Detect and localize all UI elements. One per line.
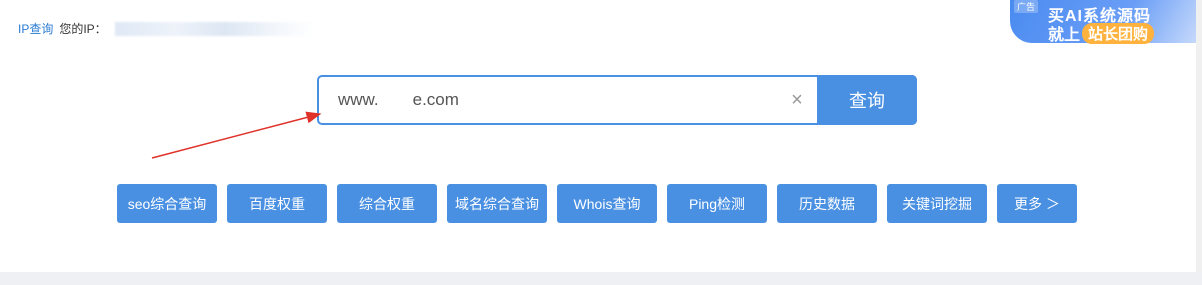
- domain-query-button[interactable]: 域名综合查询: [447, 184, 547, 223]
- quick-tools-bar: seo综合查询 百度权重 综合权重 域名综合查询 Whois查询 Ping检测 …: [117, 184, 1077, 223]
- combined-weight-button[interactable]: 综合权重: [337, 184, 437, 223]
- seo-query-button[interactable]: seo综合查询: [117, 184, 217, 223]
- scrollbar[interactable]: [1196, 0, 1202, 272]
- more-button[interactable]: 更多 ＞: [997, 184, 1077, 223]
- keyword-mining-button[interactable]: 关键词挖掘: [887, 184, 987, 223]
- ping-test-button[interactable]: Ping检测: [667, 184, 767, 223]
- red-arrow-annotation: [151, 111, 322, 159]
- history-data-button[interactable]: 历史数据: [777, 184, 877, 223]
- baidu-weight-button[interactable]: 百度权重: [227, 184, 327, 223]
- main-panel: IP查询 您的IP： 广告 买AI系统源码 就上 站长团购 × 查询 seo综合…: [0, 0, 1196, 272]
- whois-query-button[interactable]: Whois查询: [557, 184, 657, 223]
